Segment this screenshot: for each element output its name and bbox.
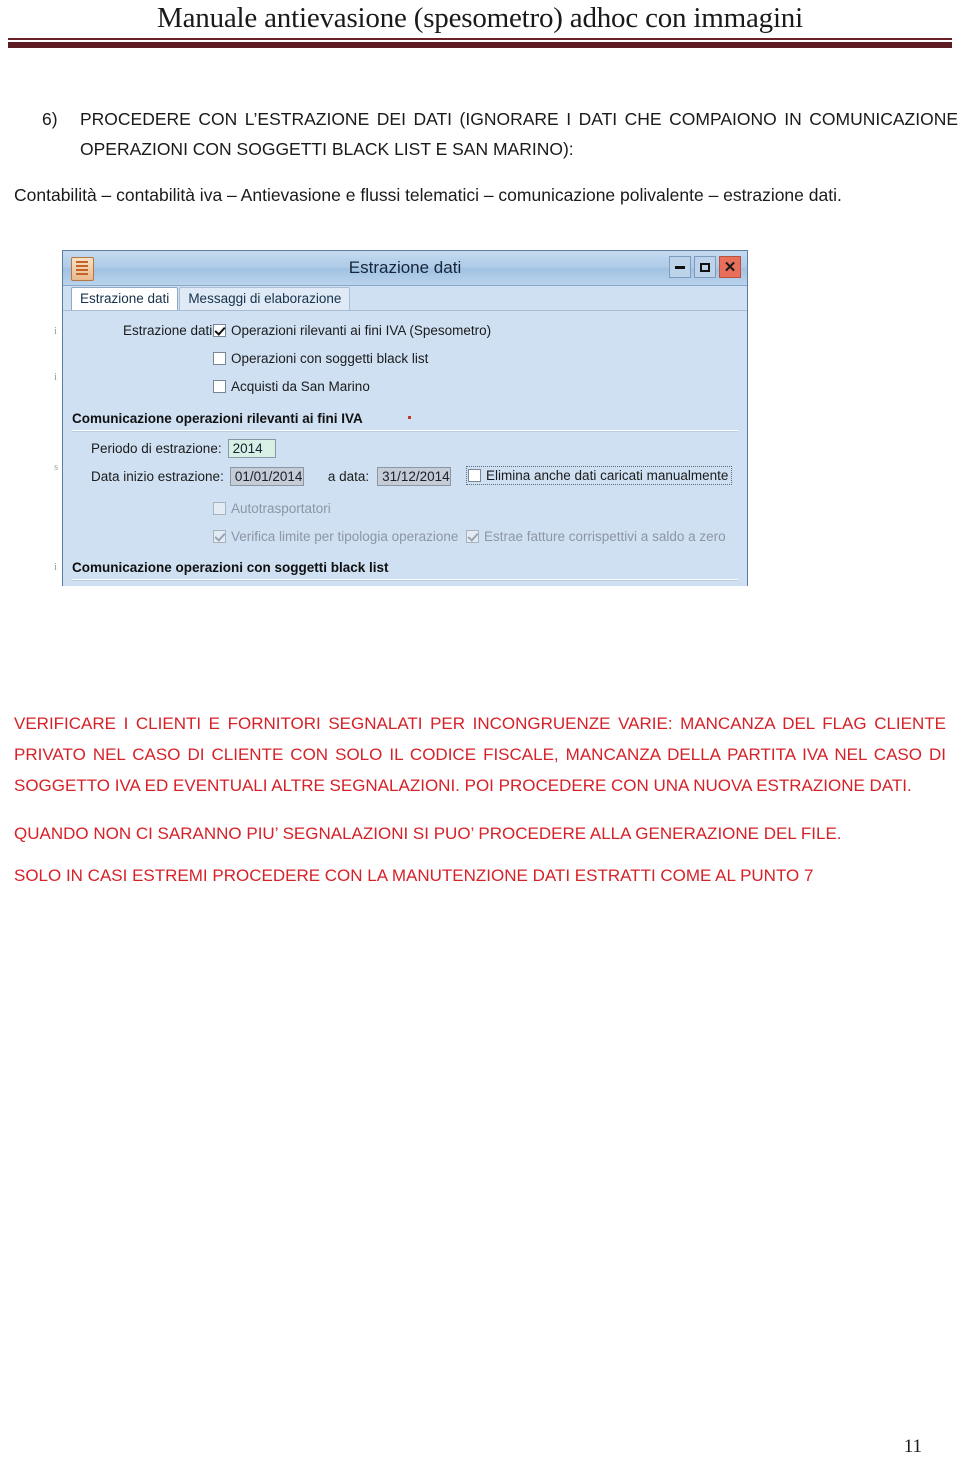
page-number: 11 — [903, 1436, 922, 1457]
checkbox-estrae-fatture: Estrae fatture corrispettivi a saldo a z… — [466, 529, 726, 544]
checkbox-icon[interactable] — [213, 324, 226, 337]
checkbox-label: Autotrasportatori — [231, 501, 331, 516]
note-paragraph-2: QUANDO NON CI SARANNO PIU’ SEGNALAZIONI … — [14, 824, 842, 843]
scan-artifact: i — [54, 561, 58, 573]
maximize-button[interactable] — [694, 256, 716, 278]
focus-outline: Elimina anche dati caricati manualmente — [466, 466, 733, 485]
minimize-icon — [675, 265, 685, 269]
scan-artifact: s — [54, 461, 59, 473]
document-title: Manuale antievasione (spesometro) adhoc … — [157, 2, 803, 34]
checkbox-label: Estrae fatture corrispettivi a saldo a z… — [484, 529, 726, 544]
red-marker-dot — [408, 416, 411, 419]
tab-messaggi-elaborazione[interactable]: Messaggi di elaborazione — [179, 287, 351, 310]
data-fine-label: a data: — [327, 469, 370, 484]
checkbox-icon — [213, 502, 226, 515]
menu-path: Contabilità – contabilità iva – Antievas… — [14, 185, 842, 205]
data-inizio-row: Data inizio estrazione: 01/01/2014 a dat… — [91, 467, 452, 486]
checkbox-operazioni-black-list[interactable]: Operazioni con soggetti black list — [213, 351, 428, 366]
checkbox-icon[interactable] — [468, 469, 481, 482]
checkbox-icon[interactable] — [213, 380, 226, 393]
extraction-label-row: Estrazione dati: — [123, 323, 216, 338]
maximize-icon — [700, 262, 710, 272]
section-iva-title: Comunicazione operazioni rilevanti ai fi… — [72, 411, 363, 426]
window-title: Estrazione dati — [348, 258, 462, 277]
section-blacklist-rule — [72, 579, 738, 581]
close-button[interactable]: ✕ — [719, 256, 741, 278]
scan-artifact: i — [54, 371, 58, 383]
header-rule-thick — [8, 42, 952, 48]
checkbox-elimina-dati-manuali[interactable]: Elimina anche dati caricati manualmente — [466, 466, 733, 485]
step-number: 6) — [42, 109, 58, 129]
checkbox-label: Elimina anche dati caricati manualmente — [486, 468, 729, 483]
scan-artifact: i — [54, 325, 58, 337]
data-inizio-input[interactable]: 01/01/2014 — [229, 467, 304, 486]
checkbox-icon — [213, 530, 226, 543]
periodo-estrazione-input[interactable]: 2014 — [227, 439, 276, 458]
checkbox-label: Acquisti da San Marino — [231, 379, 370, 394]
window-body: Estrazione dati: Operazioni rilevanti ai… — [63, 311, 747, 586]
periodo-estrazione-label: Periodo di estrazione: — [91, 441, 222, 456]
checkbox-icon[interactable] — [213, 352, 226, 365]
window-titlebar[interactable]: Estrazione dati ✕ — [63, 251, 747, 286]
minimize-button[interactable] — [669, 256, 691, 278]
checkbox-label: Operazioni rilevanti ai fini IVA (Spesom… — [231, 323, 492, 338]
data-fine-input[interactable]: 31/12/2014 — [377, 467, 452, 486]
section-blacklist-title: Comunicazione operazioni con soggetti bl… — [72, 560, 389, 575]
tab-estrazione-dati[interactable]: Estrazione dati — [71, 287, 179, 310]
checkbox-label: Verifica limite per tipologia operazione — [231, 529, 459, 544]
note-paragraph-1: VERIFICARE I CLIENTI E FORNITORI SEGNALA… — [14, 714, 946, 795]
app-screenshot: i i s i Estrazione dati ✕ Estrazione dat… — [54, 250, 748, 588]
checkbox-icon — [466, 530, 479, 543]
note-paragraph-3: SOLO IN CASI ESTREMI PROCEDERE CON LA MA… — [14, 866, 814, 885]
data-inizio-label: Data inizio estrazione: — [91, 469, 224, 484]
section-blacklist-title-row: Comunicazione operazioni con soggetti bl… — [72, 560, 389, 575]
window-controls: ✕ — [669, 256, 741, 278]
extraction-label: Estrazione dati: — [123, 323, 217, 338]
tabstrip: Estrazione dati Messaggi di elaborazione — [63, 286, 747, 311]
section-iva-title-row: Comunicazione operazioni rilevanti ai fi… — [72, 411, 363, 426]
checkbox-label: Operazioni con soggetti black list — [231, 351, 429, 366]
checkbox-autotrasportatori: Autotrasportatori — [213, 501, 331, 516]
header-rule-thin — [8, 38, 952, 40]
checkbox-acquisti-san-marino[interactable]: Acquisti da San Marino — [213, 379, 370, 394]
step-text: PROCEDERE CON L’ESTRAZIONE DEI DATI (IGN… — [80, 109, 958, 159]
checkbox-verifica-limite: Verifica limite per tipologia operazione — [213, 529, 458, 544]
periodo-estrazione-row: Periodo di estrazione: 2014 — [91, 439, 276, 458]
step-block: 6) PROCEDERE CON L’ESTRAZIONE DEI DATI (… — [42, 104, 958, 164]
section-iva-rule — [72, 430, 738, 432]
checkbox-operazioni-iva[interactable]: Operazioni rilevanti ai fini IVA (Spesom… — [213, 323, 491, 338]
estrazione-dati-window: Estrazione dati ✕ Estrazione dati Messag… — [62, 250, 748, 586]
